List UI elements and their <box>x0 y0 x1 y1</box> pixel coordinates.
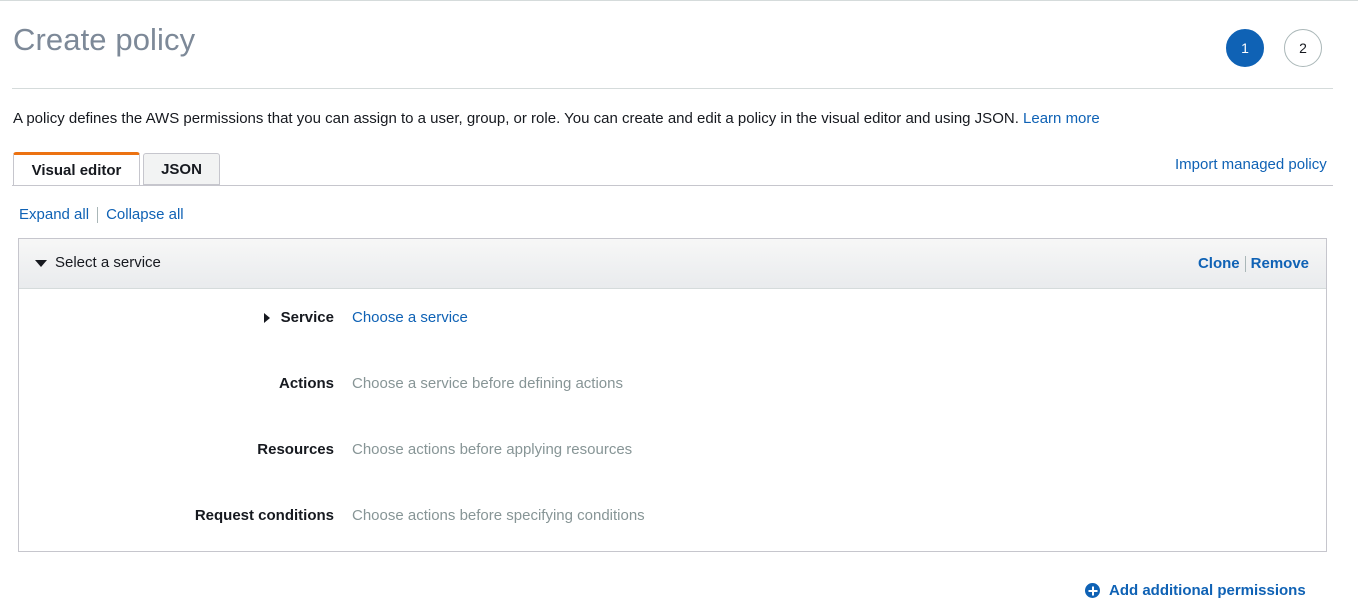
request-conditions-row: Request conditions Choose actions before… <box>19 507 1326 527</box>
caret-down-icon[interactable] <box>35 260 47 267</box>
resources-row: Resources Choose actions before applying… <box>19 441 1326 461</box>
resources-label: Resources <box>257 441 334 458</box>
expand-collapse-controls: Expand all Collapse all <box>19 206 184 223</box>
plus-circle-icon <box>1085 583 1100 598</box>
expand-all-link[interactable]: Expand all <box>19 206 89 223</box>
import-managed-policy-link[interactable]: Import managed policy <box>1175 156 1327 173</box>
actions-value: Choose a service before defining actions <box>352 375 623 392</box>
resources-value: Choose actions before applying resources <box>352 441 633 458</box>
collapse-all-link[interactable]: Collapse all <box>106 206 184 223</box>
remove-button[interactable]: Remove <box>1251 255 1309 272</box>
actions-row: Actions Choose a service before defining… <box>19 375 1326 395</box>
top-divider <box>0 0 1358 1</box>
tab-json[interactable]: JSON <box>143 153 220 185</box>
policy-statement-panel: Select a service Clone Remove Service Ch… <box>18 238 1327 552</box>
tabs-divider <box>12 185 1333 186</box>
learn-more-link[interactable]: Learn more <box>1023 110 1100 127</box>
header-divider <box>12 88 1333 89</box>
statement-title: Select a service <box>55 254 161 271</box>
add-permissions-label: Add additional permissions <box>1109 582 1306 599</box>
actions-label: Actions <box>278 375 334 392</box>
statement-actions: Clone Remove <box>1198 255 1309 272</box>
add-additional-permissions-button[interactable]: Add additional permissions <box>1085 582 1306 599</box>
action-separator <box>1244 255 1246 272</box>
statement-header[interactable]: Select a service Clone Remove <box>19 239 1326 289</box>
page-description: A policy defines the AWS permissions tha… <box>13 110 1100 127</box>
step-indicator-1: 1 <box>1226 29 1264 67</box>
page-title: Create policy <box>13 22 196 57</box>
choose-service-link[interactable]: Choose a service <box>352 309 468 326</box>
step-indicator-2: 2 <box>1284 29 1322 67</box>
request-conditions-value: Choose actions before specifying conditi… <box>352 507 645 524</box>
caret-right-icon[interactable] <box>264 313 270 323</box>
description-text: A policy defines the AWS permissions tha… <box>13 110 1019 127</box>
service-row: Service Choose a service <box>19 309 1326 329</box>
request-conditions-label: Request conditions <box>194 507 334 524</box>
tab-visual-editor[interactable]: Visual editor <box>13 152 140 186</box>
clone-button[interactable]: Clone <box>1198 255 1240 272</box>
link-separator <box>97 206 99 223</box>
service-label: Service <box>280 309 334 326</box>
